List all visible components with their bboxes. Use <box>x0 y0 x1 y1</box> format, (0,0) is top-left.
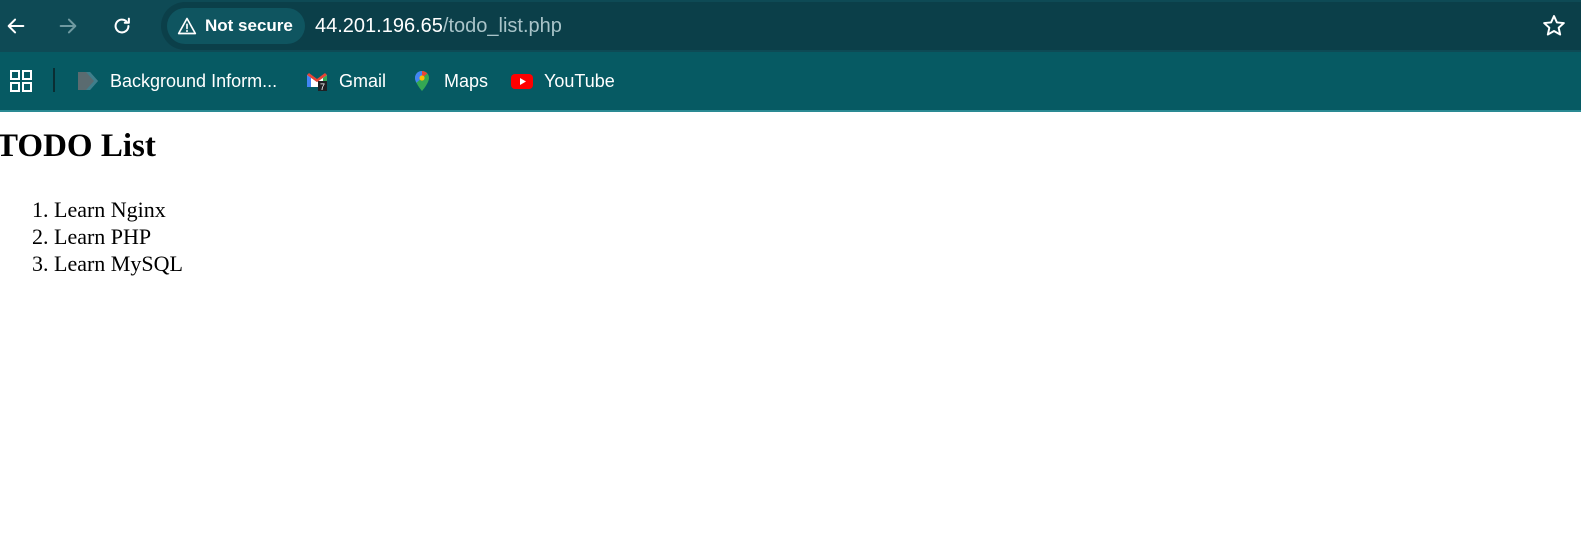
url-text[interactable]: 44.201.196.65/todo_list.php <box>315 15 562 38</box>
warning-icon <box>177 17 197 35</box>
back-arrow-icon <box>7 18 25 34</box>
browser-toolbar: Not secure 44.201.196.65/todo_list.php <box>0 0 1581 52</box>
forward-button[interactable] <box>51 9 85 43</box>
bookmark-star-icon[interactable] <box>1541 13 1567 39</box>
bookmarks-divider <box>53 68 55 92</box>
back-button[interactable] <box>0 9 33 43</box>
svg-text:7: 7 <box>320 82 325 92</box>
bookmark-background-info[interactable]: Background Inform... <box>76 67 277 95</box>
bookmark-label: Gmail <box>339 70 387 91</box>
apps-grid-icon[interactable] <box>9 69 33 93</box>
address-bar[interactable]: Not secure 44.201.196.65/todo_list.php <box>161 2 1581 50</box>
document-icon <box>76 69 100 93</box>
bookmark-gmail[interactable]: 7 Gmail <box>305 67 386 95</box>
security-label: Not secure <box>205 16 293 35</box>
todo-list: Learn Nginx Learn PHP Learn MySQL <box>0 196 183 277</box>
gmail-icon: 7 <box>305 69 329 93</box>
page-content: TODO List Learn Nginx Learn PHP Learn My… <box>0 112 1581 539</box>
bookmark-maps[interactable]: Maps <box>410 67 488 95</box>
bookmarks-bar: Background Inform... 7 Gmail Maps YouTub… <box>0 52 1581 110</box>
list-item: Learn Nginx <box>54 196 183 223</box>
list-item: Learn MySQL <box>54 250 183 277</box>
youtube-icon <box>510 69 534 93</box>
reload-icon <box>114 17 130 34</box>
forward-arrow-icon <box>59 18 77 34</box>
list-item: Learn PHP <box>54 223 183 250</box>
bookmark-youtube[interactable]: YouTube <box>510 67 615 95</box>
url-host: 44.201.196.65 <box>315 15 443 37</box>
bookmark-label: YouTube <box>544 70 615 91</box>
url-path: /todo_list.php <box>442 15 562 37</box>
page-title: TODO List <box>0 128 156 164</box>
security-indicator[interactable]: Not secure <box>167 8 305 44</box>
bookmark-label: Background Inform... <box>110 70 278 91</box>
bookmark-label: Maps <box>444 70 489 91</box>
reload-button[interactable] <box>105 9 139 43</box>
maps-icon <box>410 69 434 93</box>
